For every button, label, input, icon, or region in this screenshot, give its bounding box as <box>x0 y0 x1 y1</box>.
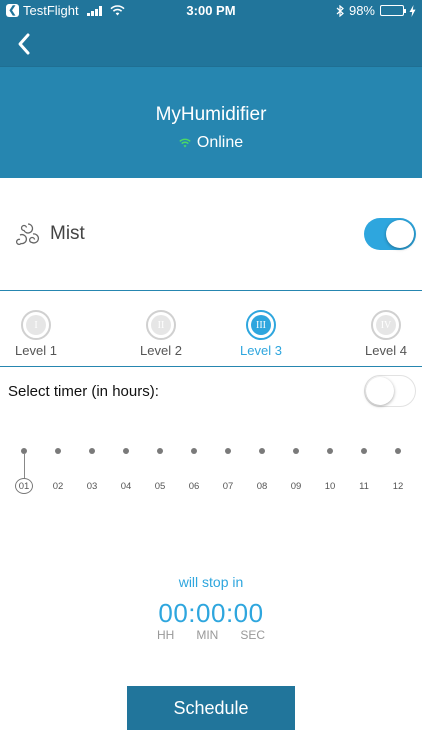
wifi-icon <box>179 138 191 148</box>
tick-dot <box>55 448 61 454</box>
divider <box>0 366 422 367</box>
schedule-button[interactable]: Schedule <box>127 686 295 730</box>
countdown-caption: will stop in <box>178 574 244 590</box>
countdown-units: HH MIN SEC <box>0 628 422 642</box>
timer-hour-tick[interactable]: 12 <box>381 440 415 500</box>
timer-hour-tick[interactable]: 10 <box>313 440 347 500</box>
timer-hour-tick[interactable]: 03 <box>75 440 109 500</box>
timer-hour-label: 12 <box>392 481 404 492</box>
level-4-icon: IV <box>371 310 401 340</box>
tick-dot <box>293 448 299 454</box>
timer-hour-slider[interactable]: 01 02 03 04 05 06 07 08 09 10 11 12 <box>0 440 422 500</box>
timer-hour-tick[interactable]: 09 <box>279 440 313 500</box>
bluetooth-icon <box>336 4 344 17</box>
level-2-option[interactable]: II Level 2 <box>121 291 201 366</box>
timer-hour-label: 03 <box>86 481 98 492</box>
tick-dot <box>225 448 231 454</box>
timer-hour-tick[interactable]: 06 <box>177 440 211 500</box>
battery-icon <box>380 5 406 16</box>
level-1-icon: I <box>21 310 51 340</box>
level-selector: I Level 1 II Level 2 III Level 3 IV Leve… <box>0 291 422 366</box>
timer-hour-label: 05 <box>154 481 166 492</box>
battery-percent: 98% <box>348 3 375 18</box>
level-4-label: Level 4 <box>365 343 407 358</box>
mist-toggle[interactable] <box>364 218 416 250</box>
level-3-label: Level 3 <box>240 343 282 358</box>
timer-hour-label: 07 <box>222 481 234 492</box>
timer-hour-tick[interactable]: 11 <box>347 440 381 500</box>
timer-hour-label: 06 <box>188 481 200 492</box>
toggle-knob <box>366 377 394 405</box>
status-bar: ❮ TestFlight 3:00 PM 98% <box>0 0 422 22</box>
level-3-icon: III <box>246 310 276 340</box>
timer-hour-label: 10 <box>324 481 336 492</box>
charging-icon <box>409 4 416 17</box>
tick-dot <box>395 448 401 454</box>
timer-hour-tick[interactable]: 05 <box>143 440 177 500</box>
level-1-label: Level 1 <box>15 343 57 358</box>
timer-toggle[interactable] <box>364 375 416 407</box>
timer-hour-label: 09 <box>290 481 302 492</box>
timer-hour-tick[interactable]: 04 <box>109 440 143 500</box>
tick-dot <box>191 448 197 454</box>
minutes-unit-label: MIN <box>196 628 219 642</box>
tick-dot <box>259 448 265 454</box>
device-header: MyHumidifier Online <box>0 66 422 178</box>
timer-hour-tick[interactable]: 07 <box>211 440 245 500</box>
timer-hour-tick[interactable]: 02 <box>41 440 75 500</box>
level-2-icon: II <box>146 310 176 340</box>
device-status: Online <box>0 134 422 152</box>
tick-dot <box>327 448 333 454</box>
back-button[interactable] <box>8 28 40 60</box>
tick-dot <box>89 448 95 454</box>
chevron-left-icon <box>18 33 30 55</box>
hours-unit-label: HH <box>156 628 175 642</box>
timer-hour-tick[interactable]: 01 <box>7 440 41 500</box>
level-1-option[interactable]: I Level 1 <box>0 291 76 366</box>
device-name: MyHumidifier <box>155 104 267 125</box>
timer-hour-label: 08 <box>256 481 268 492</box>
navigation-bar <box>0 22 422 66</box>
level-3-option[interactable]: III Level 3 <box>221 291 301 366</box>
level-4-option[interactable]: IV Level 4 <box>346 291 422 366</box>
countdown-value: 00:00:00 <box>158 598 264 628</box>
level-2-label: Level 2 <box>140 343 182 358</box>
seconds-unit-label: SEC <box>240 628 266 642</box>
timer-hour-tick[interactable]: 08 <box>245 440 279 500</box>
tick-dot <box>157 448 163 454</box>
mist-swirl-icon <box>15 223 39 245</box>
timer-hour-label: 02 <box>52 481 64 492</box>
tick-dot <box>361 448 367 454</box>
timer-hour-label: 01 <box>18 481 30 492</box>
selected-hour-marker <box>23 453 25 479</box>
toggle-knob <box>386 220 414 248</box>
tick-dot <box>123 448 129 454</box>
timer-hour-label: 11 <box>359 481 369 492</box>
mist-row: Mist <box>0 178 422 290</box>
online-status-label: Online <box>196 134 244 151</box>
mist-label: Mist <box>50 223 85 244</box>
timer-label: Select timer (in hours): <box>8 383 159 400</box>
timer-hour-label: 04 <box>120 481 132 492</box>
